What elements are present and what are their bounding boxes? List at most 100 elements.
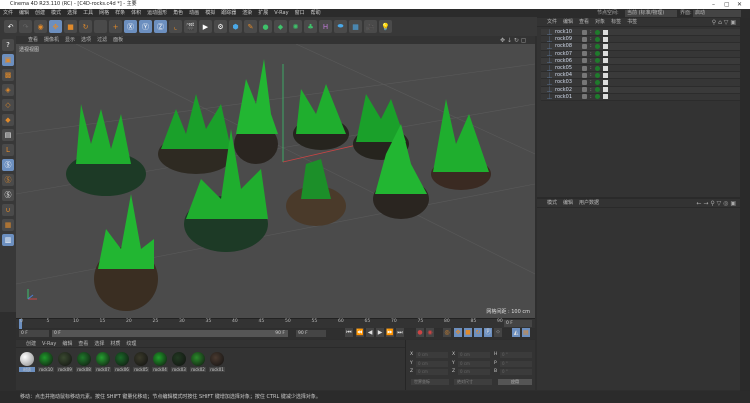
- texture-tag-icon[interactable]: [602, 29, 608, 35]
- material-manager-menu-item[interactable]: 创建: [26, 340, 36, 347]
- coordinate-mode-dropdown[interactable]: 世界坐标: [411, 379, 449, 385]
- render-view-icon[interactable]: 🎬: [184, 20, 197, 33]
- viewport-nav-icons[interactable]: ✥ ↓ ↻ ▢: [500, 37, 526, 44]
- material-manager-menu-item[interactable]: 材质: [110, 340, 120, 347]
- lock-workplane-icon[interactable]: ▥: [2, 234, 14, 246]
- object-row[interactable]: ⏊ rock09:: [541, 36, 740, 44]
- menu-item[interactable]: 网格: [99, 9, 109, 17]
- menu-item[interactable]: 窗口: [295, 9, 305, 17]
- snap-icon[interactable]: Ⓢ: [2, 159, 14, 171]
- field-icon[interactable]: H: [319, 20, 332, 33]
- viewport-menu-item[interactable]: 显示: [65, 36, 75, 44]
- object-row[interactable]: ⏊ rock08:: [541, 43, 740, 51]
- x-axis-icon[interactable]: Ⓧ: [124, 20, 137, 33]
- move-icon[interactable]: ✥: [49, 20, 62, 33]
- attribute-manager-menu-item[interactable]: 编辑: [563, 199, 573, 207]
- live-select-icon[interactable]: ◉: [34, 20, 47, 33]
- pen-icon[interactable]: ✎: [244, 20, 257, 33]
- coord-value-field[interactable]: 0 cm: [416, 352, 448, 358]
- material-manager-menu-item[interactable]: 查看: [78, 340, 88, 347]
- current-frame-field[interactable]: 0 F: [504, 320, 532, 327]
- texture-tag-icon[interactable]: [602, 43, 608, 49]
- viewport-menu-item[interactable]: 摄像机: [44, 36, 59, 44]
- rotate-icon[interactable]: ↻: [79, 20, 92, 33]
- material-swatch[interactable]: rock10: [38, 351, 54, 375]
- motion-system-icon[interactable]: ◭: [512, 328, 520, 337]
- key-pla-icon[interactable]: ⁘: [494, 328, 502, 337]
- start-frame-field[interactable]: 0 F: [19, 330, 49, 337]
- texture-tag-icon[interactable]: [602, 51, 608, 57]
- material-tag-icon[interactable]: [594, 65, 600, 71]
- tag-icon[interactable]: ⬬: [334, 20, 347, 33]
- play-icon[interactable]: ▶: [376, 328, 384, 337]
- menu-item[interactable]: 模拟: [205, 9, 215, 17]
- menu-item[interactable]: 渲染: [242, 9, 252, 17]
- texture-tag-icon[interactable]: [602, 87, 608, 93]
- viewport-menu-item[interactable]: 过滤: [97, 36, 107, 44]
- material-tag-icon[interactable]: [594, 36, 600, 42]
- object-row[interactable]: ⏊ rock06:: [541, 57, 740, 65]
- object-name[interactable]: rock01: [555, 94, 579, 100]
- coord-value-field[interactable]: 0 °: [500, 360, 532, 367]
- key-scale-icon[interactable]: ■: [464, 328, 472, 337]
- visibility-checkbox[interactable]: [582, 43, 588, 49]
- floor-icon[interactable]: ▦: [349, 20, 362, 33]
- model-mode-icon[interactable]: ▣: [2, 54, 14, 66]
- menu-item[interactable]: 文件: [3, 9, 13, 17]
- object-manager-menu-item[interactable]: 书签: [627, 18, 637, 26]
- cloner-icon[interactable]: ◆: [274, 20, 287, 33]
- key-param-icon[interactable]: Ⓟ: [484, 328, 492, 337]
- right-side-tabs[interactable]: [740, 18, 750, 391]
- material-manager-menu-item[interactable]: 纹理: [126, 340, 136, 347]
- object-name[interactable]: rock04: [555, 72, 579, 78]
- texture-mode-icon[interactable]: ▩: [2, 69, 14, 81]
- z-axis-icon[interactable]: Ⓩ: [154, 20, 167, 33]
- material-tag-icon[interactable]: [594, 58, 600, 64]
- object-name[interactable]: rock10: [555, 29, 579, 35]
- material-swatch[interactable]: rock02: [190, 351, 206, 375]
- material-swatch[interactable]: 材质: [19, 351, 35, 375]
- goto-end-icon[interactable]: ⏭: [396, 328, 404, 337]
- coord-value-field[interactable]: 0 cm: [458, 360, 490, 367]
- workplane-icon[interactable]: ▦: [2, 219, 14, 231]
- material-tag-icon[interactable]: [594, 72, 600, 78]
- object-manager-menu-item[interactable]: 编辑: [563, 18, 573, 26]
- material-swatch[interactable]: rock05: [133, 351, 149, 375]
- object-name[interactable]: rock05: [555, 65, 579, 71]
- texture-tag-icon[interactable]: [602, 79, 608, 85]
- visibility-checkbox[interactable]: [582, 29, 588, 35]
- object-row[interactable]: ⏊ rock05:: [541, 64, 740, 73]
- material-tag-icon[interactable]: [594, 94, 600, 100]
- layout-dropdown[interactable]: 启动: [693, 10, 741, 17]
- visibility-checkbox[interactable]: [582, 72, 588, 78]
- range-slider[interactable]: 0 F 90 F: [52, 330, 288, 337]
- next-frame-icon[interactable]: ⏩: [386, 328, 394, 337]
- menu-item[interactable]: 选择: [67, 9, 77, 17]
- menu-item[interactable]: 帮助: [311, 9, 321, 17]
- texture-tag-icon[interactable]: [602, 36, 608, 42]
- object-row[interactable]: ⏊ rock10:: [541, 29, 740, 37]
- object-name[interactable]: rock08: [555, 43, 579, 49]
- points-mode-icon[interactable]: ◈: [2, 84, 14, 96]
- undo-icon[interactable]: ↶: [4, 20, 17, 33]
- light-icon[interactable]: 💡: [379, 20, 392, 33]
- redo-icon[interactable]: ↷: [19, 20, 32, 33]
- snap-3d-icon[interactable]: Ⓢ: [2, 189, 14, 201]
- object-manager-menu-item[interactable]: 对象: [595, 18, 605, 26]
- object-row[interactable]: ⏊ rock03:: [541, 79, 740, 87]
- timeline-window-icon[interactable]: ▤: [522, 328, 530, 337]
- menu-item[interactable]: 编辑: [19, 9, 29, 17]
- material-swatch[interactable]: rock07: [95, 351, 111, 375]
- visibility-checkbox[interactable]: [582, 51, 588, 57]
- make-editable-icon[interactable]: ?: [2, 39, 14, 51]
- cube-icon[interactable]: ⬢: [229, 20, 242, 33]
- minimize-button[interactable]: –: [712, 0, 715, 9]
- menu-item[interactable]: 体积: [131, 9, 141, 17]
- menu-item[interactable]: 角色: [173, 9, 183, 17]
- visibility-checkbox[interactable]: [582, 58, 588, 64]
- search-icon[interactable]: ⚲ ⌂ ▽ ▣: [712, 19, 736, 26]
- material-swatch[interactable]: rock06: [114, 351, 130, 375]
- attribute-manager-menu-item[interactable]: 模式: [547, 199, 557, 207]
- material-manager-menu-item[interactable]: 选择: [94, 340, 104, 347]
- material-manager-menu-item[interactable]: V-Ray: [42, 340, 56, 347]
